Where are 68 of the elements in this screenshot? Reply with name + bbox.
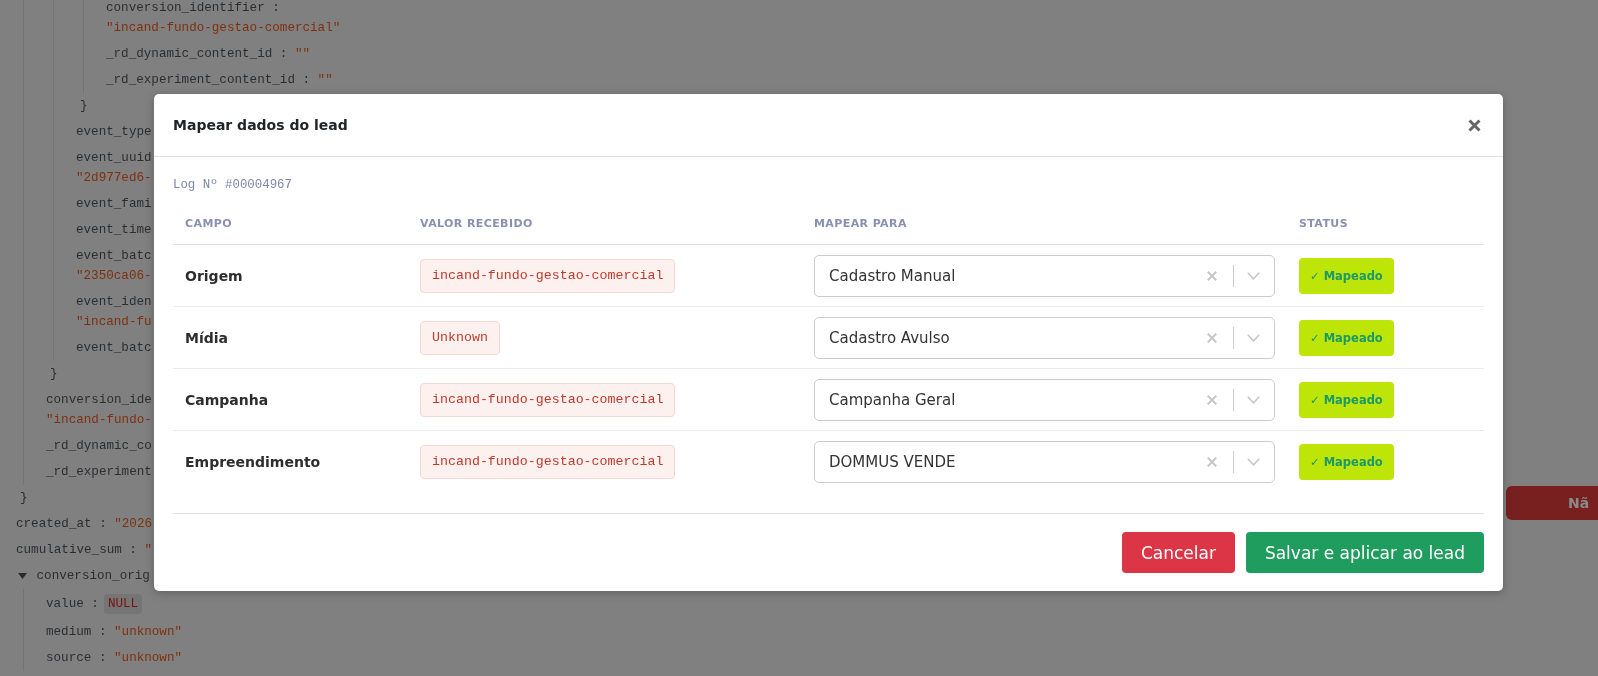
json-key: event_type [76, 124, 152, 140]
json-value: "unknown" [114, 624, 183, 640]
mapping-select[interactable]: Campanha Geral [814, 378, 1275, 421]
clear-icon[interactable] [1207, 270, 1217, 281]
json-key: event_batc [76, 249, 152, 263]
field-label: Empreendimento [185, 453, 321, 470]
clear-icon[interactable] [1207, 394, 1217, 405]
json-value: "incand-fu [76, 315, 152, 329]
received-value: incand-fundo-gestao-comercial [420, 382, 676, 417]
json-key: conversion_orig [36, 568, 150, 584]
json-key: _rd_experiment [46, 464, 152, 480]
json-key: event_batc [76, 340, 152, 356]
json-value: "2350ca06- [76, 269, 152, 283]
json-value: "2026 [114, 516, 153, 532]
json-key: _rd_dynamic_content_id : [106, 46, 288, 62]
json-value: "2d977ed6- [76, 171, 152, 185]
column-header: CAMPO [185, 216, 232, 232]
field-label: Origem [185, 267, 243, 284]
cancel-button[interactable]: Cancelar [1121, 532, 1235, 573]
json-value: "incand-fundo-gestao-comercial" [106, 21, 341, 35]
field-label: Mídia [185, 329, 228, 346]
clear-icon[interactable] [1207, 456, 1217, 467]
json-key: created_at : [16, 516, 107, 532]
close-icon [1468, 118, 1481, 132]
status-badge: ✓ Mapeado [1299, 381, 1394, 418]
json-key: event_time [76, 222, 152, 238]
json-key: medium : [46, 624, 107, 640]
mapping-select[interactable]: Cadastro Avulso [814, 316, 1275, 359]
closing-brace: } [20, 490, 28, 506]
clear-icon[interactable] [1207, 332, 1217, 343]
json-key: event_iden [76, 295, 152, 309]
mapping-select[interactable]: DOMMUS VENDE [814, 440, 1275, 483]
status-badge: ✓ Mapeado [1299, 319, 1394, 356]
close-button[interactable] [1468, 118, 1481, 132]
mapping-select[interactable]: Cadastro Manual [814, 254, 1275, 297]
chevron-down-icon[interactable] [1247, 333, 1260, 342]
json-key: event_uuid [76, 151, 152, 165]
log-number: Log Nº #00004967 [173, 178, 292, 192]
json-key: _rd_experiment_content_id : [106, 72, 311, 88]
chevron-down-icon[interactable] [1247, 395, 1260, 404]
column-header: MAPEAR PARA [814, 216, 907, 232]
json-value: " [144, 542, 153, 558]
json-key: source : [46, 650, 107, 666]
json-key: cumulative_sum : [16, 542, 137, 558]
modal-title: Mapear dados do lead [173, 117, 348, 133]
received-value: incand-fundo-gestao-comercial [420, 444, 676, 479]
json-value: "" [294, 46, 311, 62]
column-header: VALOR RECEBIDO [420, 216, 533, 232]
field-label: Campanha [185, 391, 269, 408]
chevron-down-icon[interactable] [1247, 271, 1260, 280]
json-value: "incand-fundo- [46, 413, 152, 427]
json-value: "" [317, 72, 333, 88]
null-value: NULL [103, 594, 143, 614]
caret-down-icon[interactable] [18, 573, 27, 579]
json-key: value : [46, 596, 99, 612]
json-key: event_fami [76, 196, 152, 212]
received-value: Unknown [420, 320, 500, 355]
closing-brace: } [50, 366, 58, 382]
status-badge: ✓ Mapeado [1299, 257, 1394, 294]
json-key: conversion_identifier : [106, 1, 280, 15]
json-key: conversion_ide [46, 393, 152, 407]
column-header: STATUS [1299, 216, 1348, 232]
received-value: incand-fundo-gestao-comercial [420, 258, 676, 293]
json-key: _rd_dynamic_co [46, 438, 152, 454]
status-badge: ✓ Mapeado [1299, 443, 1394, 480]
json-value: "unknown" [114, 650, 183, 666]
chevron-down-icon[interactable] [1247, 457, 1260, 466]
closing-brace: } [80, 98, 88, 114]
